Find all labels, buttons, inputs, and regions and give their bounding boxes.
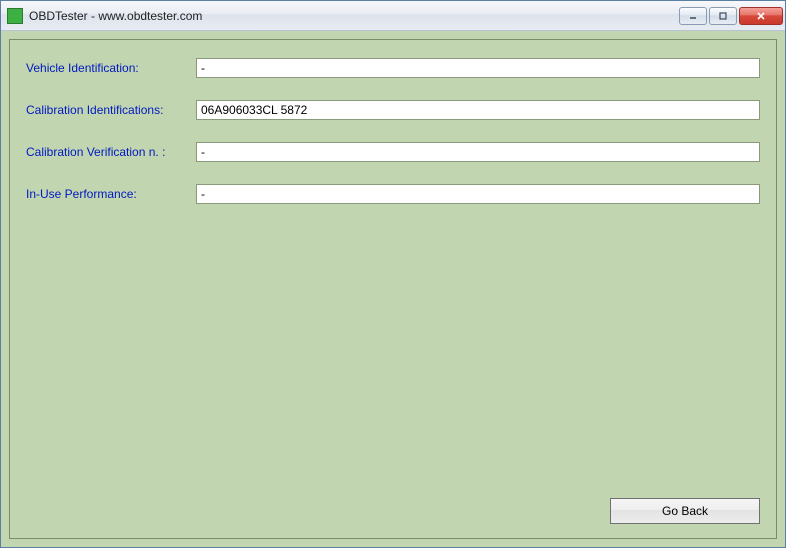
minimize-button[interactable]: [679, 7, 707, 25]
row-calibration-identifications: Calibration Identifications: 06A906033CL…: [26, 100, 760, 120]
row-in-use-performance: In-Use Performance: -: [26, 184, 760, 204]
form-rows: Vehicle Identification: - Calibration Id…: [26, 58, 760, 204]
label-vehicle-identification: Vehicle Identification:: [26, 61, 196, 75]
row-calibration-verification: Calibration Verification n. : -: [26, 142, 760, 162]
field-calibration-identifications: 06A906033CL 5872: [196, 100, 760, 120]
panel-footer: Go Back: [26, 488, 760, 524]
app-icon: [7, 8, 23, 24]
close-button[interactable]: [739, 7, 783, 25]
content-area: Vehicle Identification: - Calibration Id…: [1, 31, 785, 547]
label-calibration-identifications: Calibration Identifications:: [26, 103, 196, 117]
go-back-button[interactable]: Go Back: [610, 498, 760, 524]
label-in-use-performance: In-Use Performance:: [26, 187, 196, 201]
maximize-button[interactable]: [709, 7, 737, 25]
app-window: OBDTester - www.obdtester.com Vehicle Id…: [0, 0, 786, 548]
field-calibration-verification: -: [196, 142, 760, 162]
field-in-use-performance: -: [196, 184, 760, 204]
info-panel: Vehicle Identification: - Calibration Id…: [9, 39, 777, 539]
window-controls: [679, 7, 783, 25]
titlebar[interactable]: OBDTester - www.obdtester.com: [1, 1, 785, 31]
label-calibration-verification: Calibration Verification n. :: [26, 145, 196, 159]
window-title: OBDTester - www.obdtester.com: [29, 9, 679, 23]
row-vehicle-identification: Vehicle Identification: -: [26, 58, 760, 78]
field-vehicle-identification: -: [196, 58, 760, 78]
